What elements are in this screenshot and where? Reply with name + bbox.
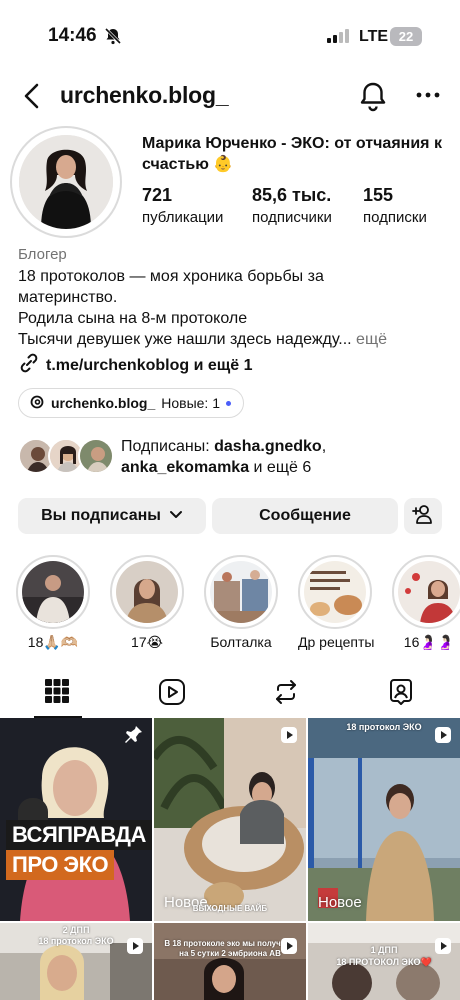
post-title-line: ПРО ЭКО	[12, 852, 109, 877]
profile-link-text: t.me/urchenkoblog и ещё 1	[46, 356, 253, 374]
post-caption: 2 ДПП	[62, 925, 90, 935]
profile-tabs	[0, 668, 460, 718]
battery-icon: 22	[390, 27, 422, 46]
message-button[interactable]: Сообщение	[212, 498, 398, 534]
threads-badge[interactable]: urchenko.blog_ Новые: 1	[18, 388, 244, 418]
highlight-cover	[304, 561, 366, 623]
reel-icon	[280, 726, 298, 749]
followed-by-user[interactable]: anka_ekomamka	[121, 459, 249, 476]
stat-following-label: подписки	[363, 209, 427, 226]
reposts-tab-icon[interactable]	[272, 678, 300, 711]
link-icon	[18, 352, 40, 379]
signal-icon	[327, 29, 349, 48]
threads-new-count: Новые: 1	[161, 395, 220, 411]
profile-username: urchenko.blog_	[60, 82, 229, 108]
grid-tab-icon[interactable]	[44, 678, 70, 709]
more-options-icon[interactable]	[415, 82, 441, 113]
story-highlight[interactable]: 17😭	[110, 555, 184, 651]
suggested-users-button[interactable]	[404, 498, 442, 534]
bell-muted-icon	[104, 27, 122, 50]
post-title-box: ВСЯПРАВДА	[6, 820, 152, 850]
followed-by-suffix: и ещё 6	[253, 459, 312, 476]
highlight-ring	[392, 555, 460, 629]
highlight-cover	[398, 561, 460, 623]
status-bar: 14:46 LTE 22	[0, 0, 460, 70]
profile-link[interactable]: t.me/urchenkoblog и ещё 1	[18, 352, 253, 379]
highlight-cover	[22, 561, 84, 623]
highlight-ring	[16, 555, 90, 629]
notifications-bell-icon[interactable]	[358, 80, 388, 117]
bio-more-link[interactable]: ещё	[356, 331, 387, 348]
followed-by-text[interactable]: Подписаны: dasha.gnedko, anka_ekomamka и…	[121, 436, 441, 478]
story-highlight[interactable]: 16🤰🏻🤰🏻	[392, 555, 460, 651]
highlight-label: 18🙏🏼🫶🏼	[27, 634, 79, 650]
highlight-cover	[210, 561, 272, 623]
bio-line: материнство.	[18, 289, 118, 306]
post-tile[interactable]: 1 ДПП 18 ПРОТОКОЛ ЭКО❤️	[308, 923, 460, 1000]
message-button-label: Сообщение	[259, 507, 351, 524]
status-time: 14:46	[48, 25, 97, 46]
following-button[interactable]: Вы подписаны	[18, 498, 206, 534]
followed-by-prefix: Подписаны:	[121, 438, 210, 455]
highlight-label: Болталка	[210, 634, 272, 650]
back-icon[interactable]	[20, 82, 44, 115]
followed-by-user[interactable]: dasha.gnedko	[214, 438, 322, 455]
reel-icon	[280, 937, 298, 960]
bio-line-text: Тысячи девушек уже нашли здесь надежду..…	[18, 331, 352, 348]
reel-icon	[434, 937, 452, 960]
reel-icon	[126, 937, 144, 960]
stat-posts-value: 721	[142, 185, 173, 205]
stat-followers-label: подписчики	[252, 209, 332, 226]
highlight-ring	[204, 555, 278, 629]
post-tile[interactable]: Новое ВЫХОДНЫЕ ВАЙБ	[154, 718, 306, 921]
network-label: LTE	[359, 28, 389, 45]
stat-following-value: 155	[363, 185, 394, 205]
posts-grid: ВСЯПРАВДА ПРО ЭКО Новое ВЫХОДНЫЕ ВАЙБ 18…	[0, 718, 460, 1000]
pin-icon	[124, 724, 144, 748]
threads-username: urchenko.blog_	[51, 395, 156, 411]
followed-by-separator: ,	[321, 438, 327, 455]
bio-line: 18 протоколов — моя хроника борьбы за	[18, 268, 324, 285]
post-caption: ВЫХОДНЫЕ ВАЙБ	[192, 904, 268, 913]
tagged-tab-icon[interactable]	[387, 678, 415, 711]
highlight-label: 17😭	[131, 634, 163, 650]
threads-new-dot	[225, 400, 231, 406]
highlight-ring	[110, 555, 184, 629]
reel-icon	[434, 726, 452, 749]
new-badge: Новое	[318, 894, 362, 911]
post-tile[interactable]: 2 ДПП 18 протокол ЭКО	[0, 923, 152, 1000]
stat-posts[interactable]: 721 публикации	[142, 184, 223, 228]
profile-category: Блогер	[18, 246, 67, 263]
followed-by-avatars[interactable]	[18, 438, 118, 476]
post-tile[interactable]: ВСЯПРАВДА ПРО ЭКО	[0, 718, 152, 921]
profile-bio: 18 протоколов — моя хроника борьбы за ма…	[18, 266, 438, 350]
post-title-box: ПРО ЭКО	[6, 850, 115, 880]
bio-line: Родила сына на 8-м протоколе	[18, 310, 248, 327]
highlight-ring	[298, 555, 372, 629]
story-highlight[interactable]: Болталка	[204, 555, 278, 650]
post-tile[interactable]: 18 протокол ЭКО Новое	[308, 718, 460, 921]
threads-icon	[29, 394, 45, 413]
highlight-label: 16🤰🏻🤰🏻	[403, 634, 455, 650]
profile-header: urchenko.blog_	[0, 72, 460, 122]
avatar[interactable]	[19, 135, 113, 229]
profile-display-name: Марика Юрченко - ЭКО: от отчаяния к счас…	[142, 135, 442, 173]
avatar	[78, 438, 114, 474]
highlight-label: Др рецепты	[298, 634, 375, 650]
bio-line: Тысячи девушек уже нашли здесь надежду..…	[18, 329, 438, 350]
following-button-label: Вы подписаны	[41, 507, 161, 524]
add-person-icon	[412, 504, 434, 529]
story-highlight[interactable]: 18🙏🏼🫶🏼	[16, 555, 90, 651]
story-highlight[interactable]: Др рецепты	[298, 555, 375, 650]
stat-following[interactable]: 155 подписки	[363, 184, 427, 228]
chevron-down-icon	[169, 507, 183, 525]
stat-followers[interactable]: 85,6 тыс. подписчики	[252, 184, 332, 228]
reels-tab-icon[interactable]	[158, 678, 186, 711]
stat-followers-value: 85,6 тыс.	[252, 185, 332, 205]
post-title-line: ВСЯПРАВДА	[12, 822, 146, 847]
highlight-cover	[116, 561, 178, 623]
post-tile[interactable]: В 18 протоколе эко мы получили на 5 сутк…	[154, 923, 306, 1000]
stat-posts-label: публикации	[142, 209, 224, 226]
